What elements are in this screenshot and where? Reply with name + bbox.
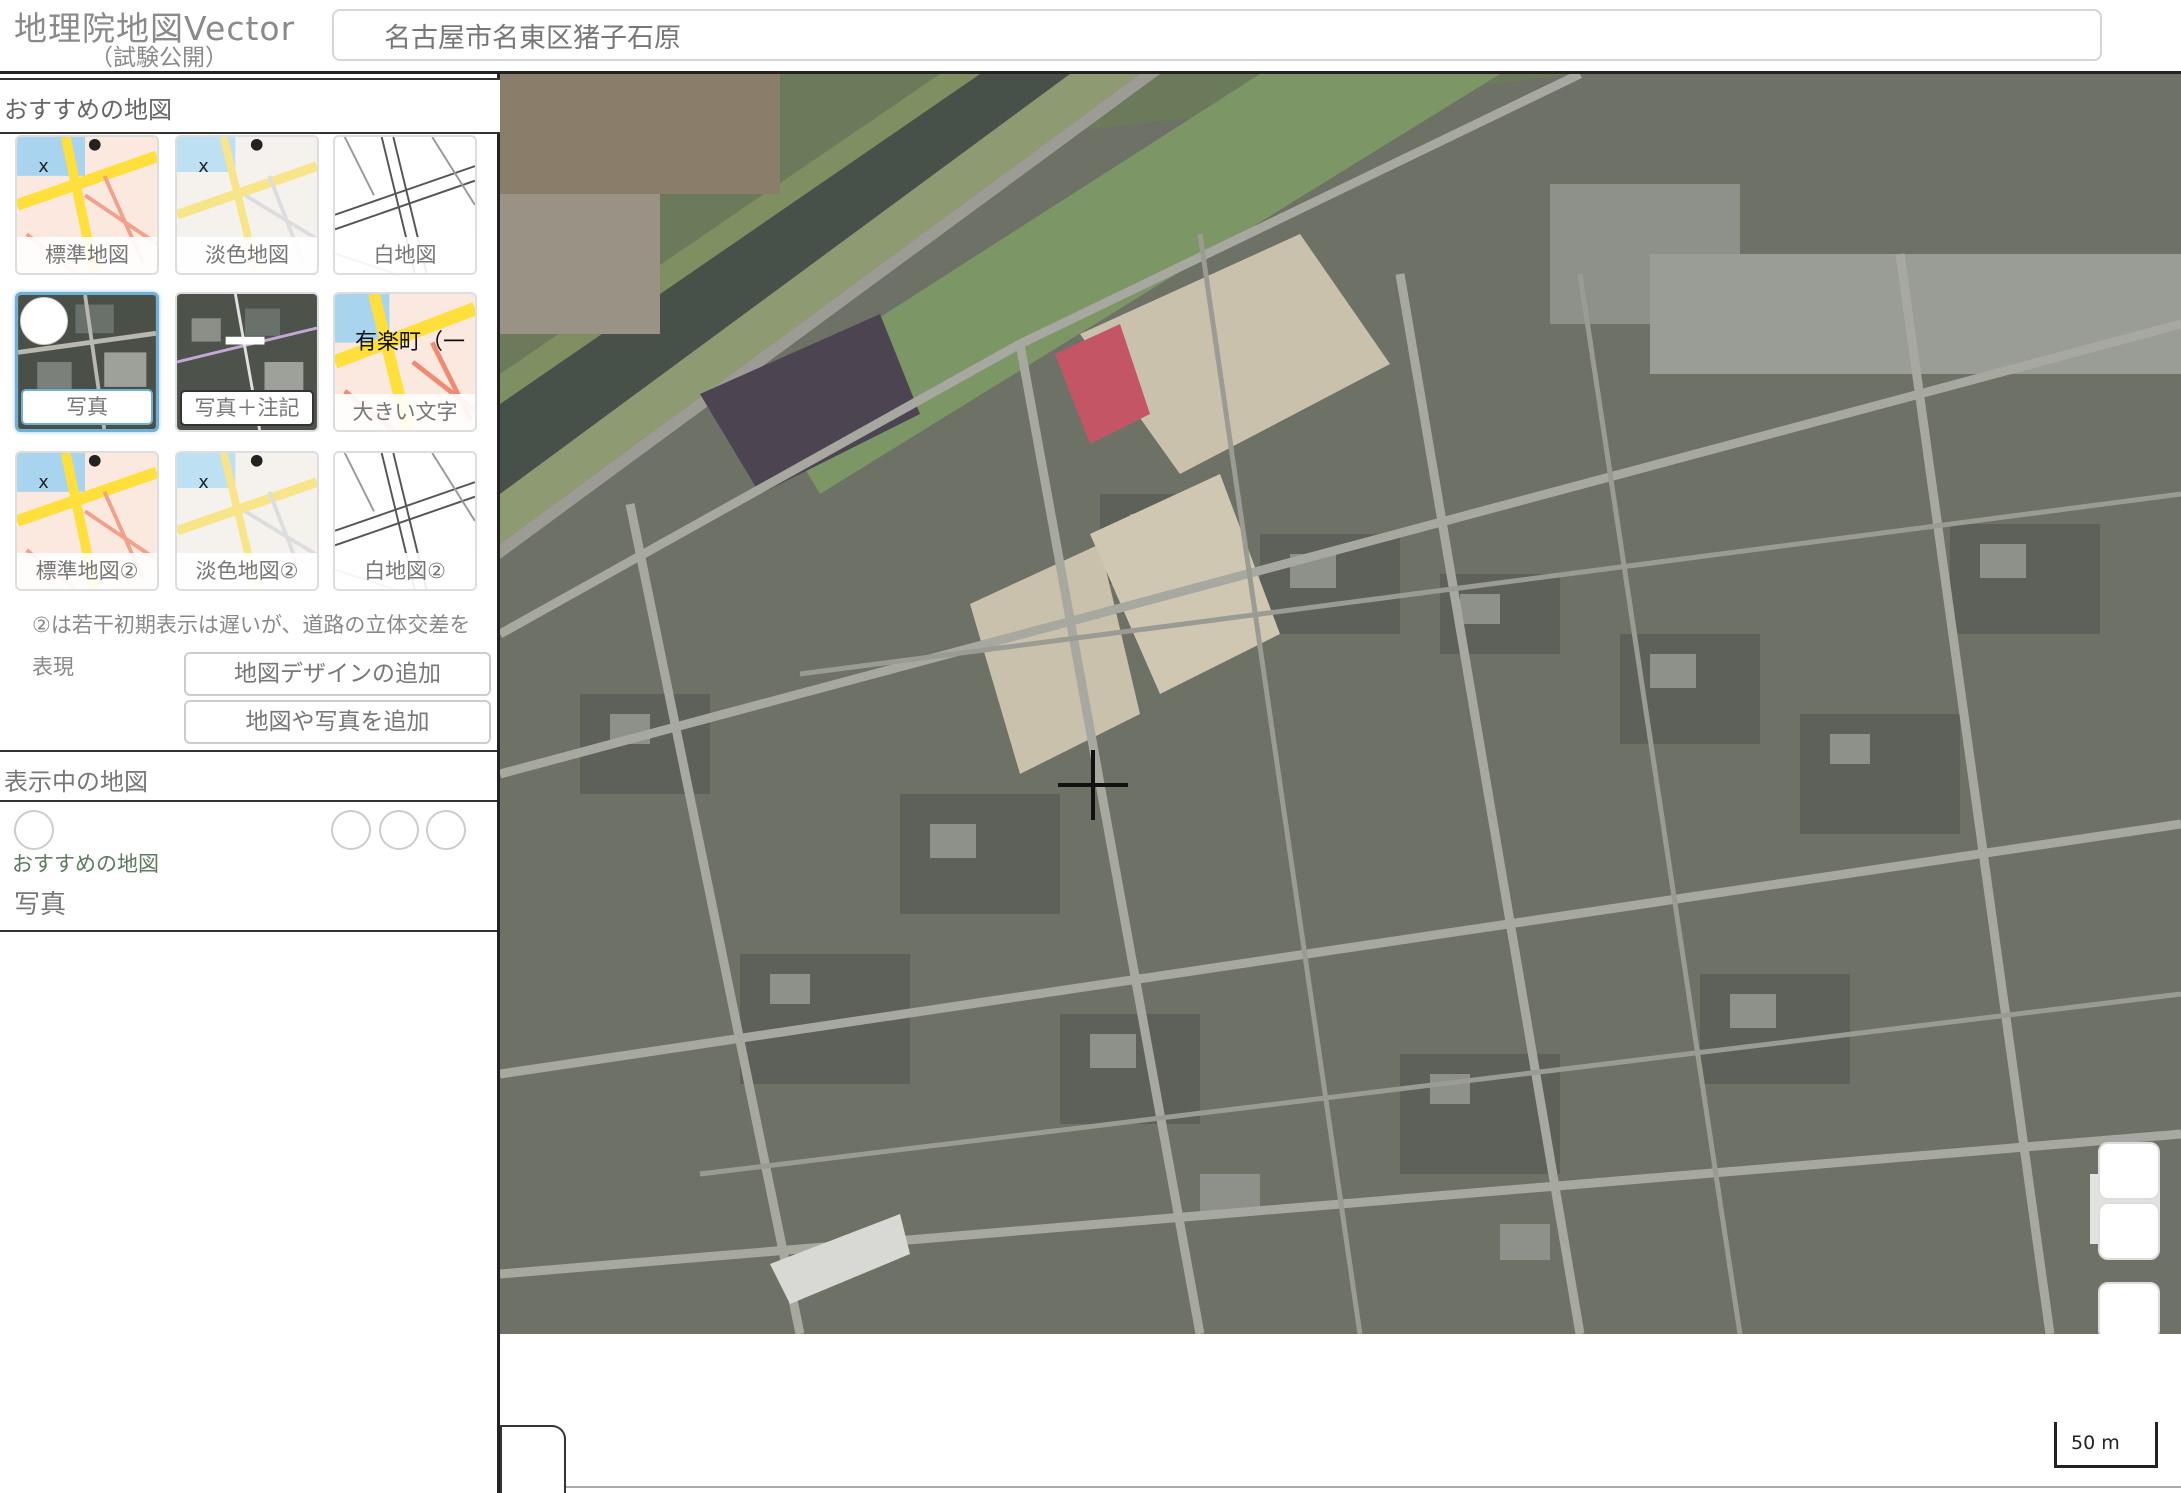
- active-layer-group: おすすめの地図: [12, 852, 159, 876]
- section-divider: [0, 930, 497, 932]
- map-center-crosshair: [1058, 750, 1128, 820]
- add-map-design-button[interactable]: 地図デザインの追加: [184, 652, 491, 696]
- zoom-out-button[interactable]: [2098, 1202, 2160, 1260]
- thumb-label: 大きい文字: [335, 394, 475, 430]
- thumb-photo-labels-map[interactable]: 写真＋注記: [175, 292, 319, 432]
- thumb-label: 写真: [21, 389, 153, 425]
- svg-text:x: x: [38, 157, 48, 177]
- bottom-divider: [566, 1486, 2181, 1488]
- layer-remove-button[interactable]: [426, 810, 466, 850]
- layer-visibility-toggle[interactable]: [14, 810, 54, 850]
- thumb-pale-map[interactable]: x 淡色地図: [175, 135, 319, 275]
- aerial-photo-imagery: [500, 74, 2181, 1334]
- app-subtitle: （試験公開）: [90, 45, 228, 71]
- thumb-pale-map-2[interactable]: x 淡色地図②: [175, 451, 319, 591]
- thumb-label: 写真＋注記: [180, 390, 314, 426]
- layer-opacity-button[interactable]: [331, 810, 371, 850]
- selected-indicator: [20, 297, 68, 345]
- large-text-overlay: 有楽町（一: [355, 330, 466, 355]
- thumb-label: 白地図②: [335, 553, 475, 589]
- thumb-standard-map[interactable]: x 標準地図: [15, 135, 159, 275]
- thumb-label: 淡色地図: [177, 237, 317, 273]
- svg-text:x: x: [198, 473, 208, 493]
- scale-label: 50 m: [2071, 1432, 2120, 1454]
- thumb-large-text-map[interactable]: 有楽町（一 大きい文字: [333, 292, 477, 432]
- active-layer-name[interactable]: 写真: [14, 884, 66, 921]
- svg-text:x: x: [198, 157, 208, 177]
- scale-bar: 50 m: [2054, 1422, 2158, 1468]
- add-map-photo-button[interactable]: 地図や写真を追加: [184, 700, 491, 744]
- aerial-photo-map[interactable]: [500, 74, 2181, 1334]
- zoom-in-button[interactable]: [2098, 1142, 2160, 1200]
- section-divider: [0, 800, 497, 802]
- thumb-photo-map[interactable]: 写真: [15, 292, 159, 432]
- thumb-label: 標準地図: [17, 237, 157, 273]
- recommended-maps-header[interactable]: おすすめの地図: [0, 78, 546, 134]
- thumb-standard-map-2[interactable]: x 標準地図②: [15, 451, 159, 591]
- thumb-label: 標準地図②: [17, 553, 157, 589]
- search-input[interactable]: [332, 9, 2102, 61]
- map-bottom-area: [500, 1334, 2181, 1493]
- header: 地理院地図Vector （試験公開）: [0, 0, 2181, 72]
- thumb-blank-map-2[interactable]: 白地図②: [333, 451, 477, 591]
- showing-maps-title: 表示中の地図: [4, 768, 148, 796]
- thumb-blank-map[interactable]: 白地図: [333, 135, 477, 275]
- recommended-maps-title: おすすめの地図: [4, 96, 172, 124]
- thumb-label: 白地図: [335, 237, 475, 273]
- bottom-panel-tab[interactable]: [500, 1425, 566, 1493]
- thumb-label: 淡色地図②: [177, 553, 317, 589]
- rotate-button[interactable]: [2098, 1282, 2160, 1340]
- svg-text:x: x: [38, 473, 48, 493]
- layer-settings-button[interactable]: [379, 810, 419, 850]
- section-divider: [0, 750, 497, 752]
